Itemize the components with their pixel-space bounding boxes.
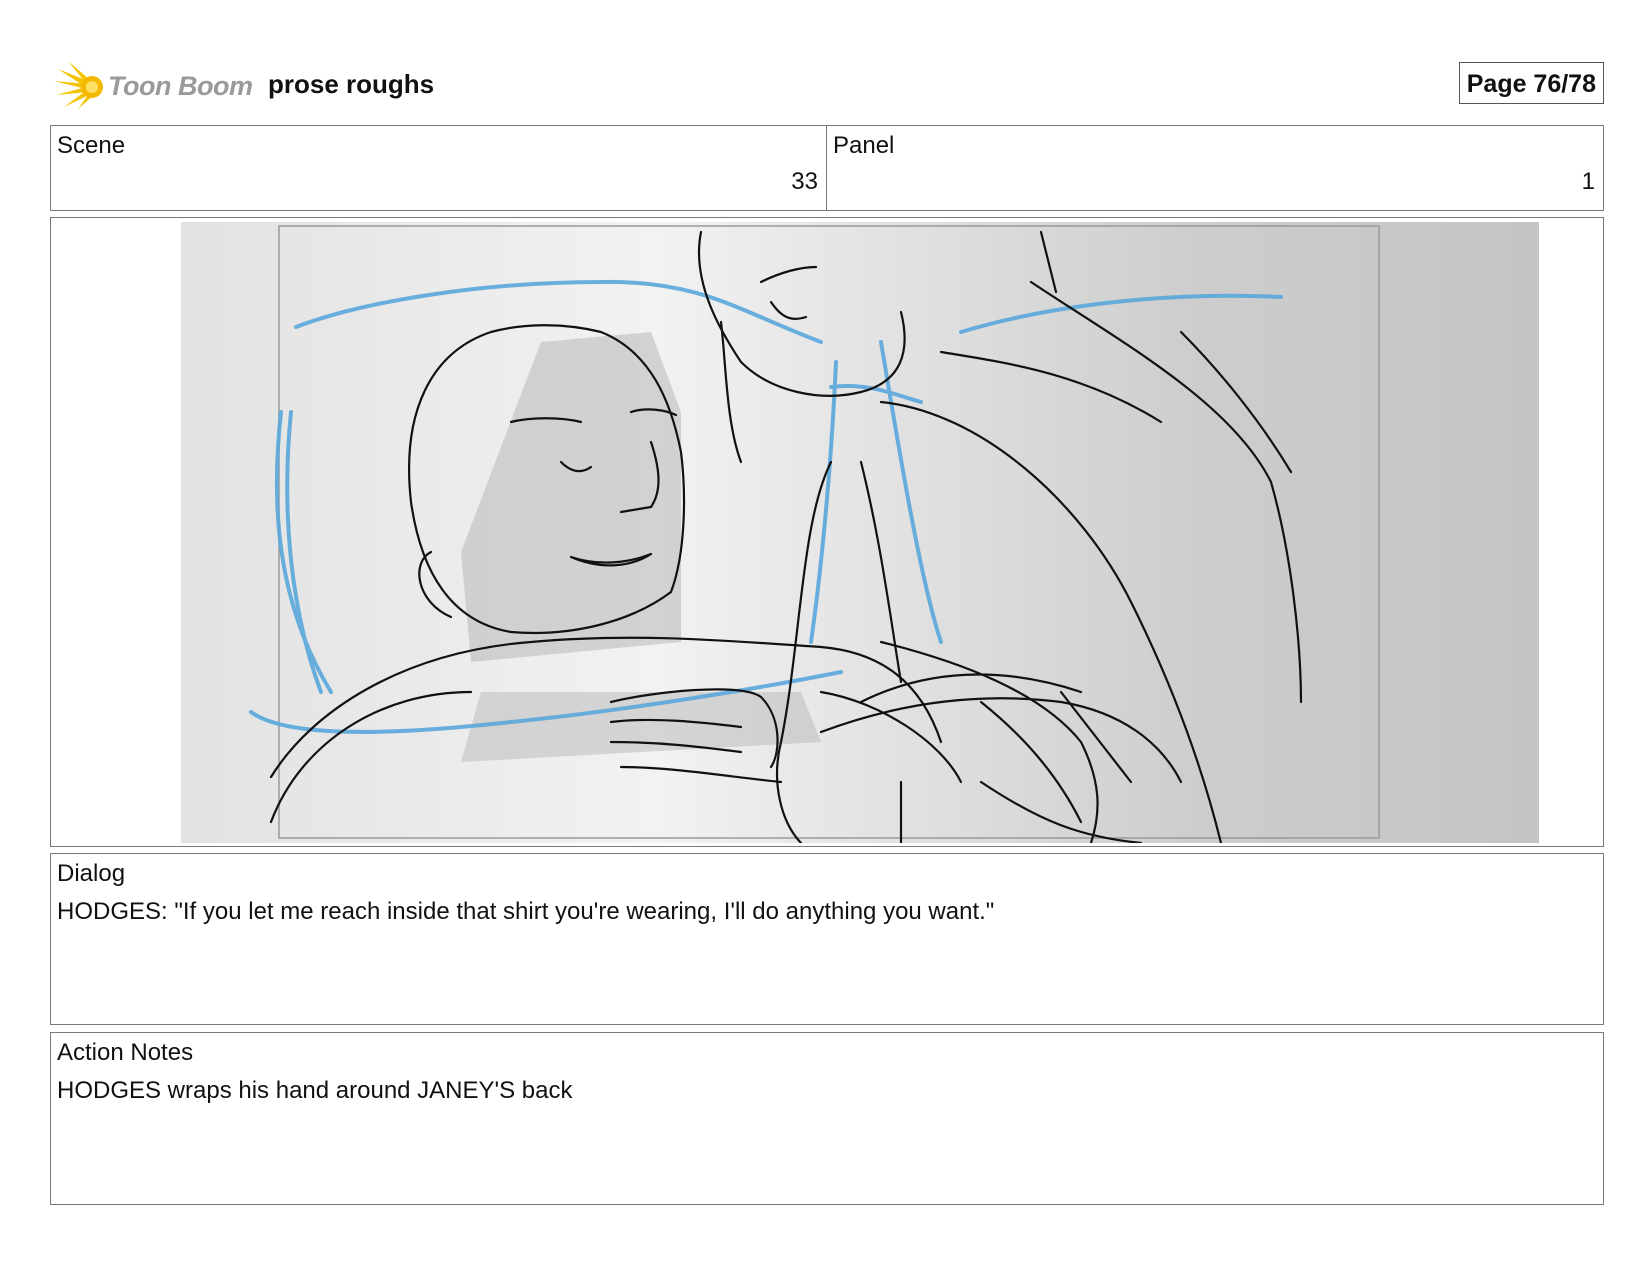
storyboard-image-box: [50, 217, 1604, 847]
scene-label: Scene: [57, 132, 126, 159]
page-header: Toon Boom prose roughs Page 76/78: [50, 55, 1604, 115]
dialog-text: HODGES: "If you let me reach inside that…: [57, 898, 995, 925]
page-indicator: Page 76/78: [1458, 62, 1604, 104]
action-notes-field: Action Notes HODGES wraps his hand aroun…: [50, 1032, 1604, 1205]
starburst-icon: [54, 61, 103, 109]
action-notes-label: Action Notes: [57, 1039, 194, 1066]
dialog-field: Dialog HODGES: "If you let me reach insi…: [50, 853, 1604, 1025]
action-notes-text: HODGES wraps his hand around JANEY'S bac…: [57, 1077, 573, 1104]
scene-number: 33: [791, 168, 818, 195]
toon-boom-logo: Toon Boom: [54, 59, 254, 111]
logo-wordmark: Toon Boom: [108, 71, 253, 101]
panel-number: 1: [1581, 168, 1595, 195]
dialog-label: Dialog: [57, 860, 126, 887]
panel-field: Panel 1: [826, 125, 1604, 211]
storyboard-sketch: [181, 222, 1539, 843]
scene-field: Scene 33: [50, 125, 827, 211]
panel-label: Panel: [833, 132, 895, 159]
document-title: prose roughs: [268, 69, 435, 99]
